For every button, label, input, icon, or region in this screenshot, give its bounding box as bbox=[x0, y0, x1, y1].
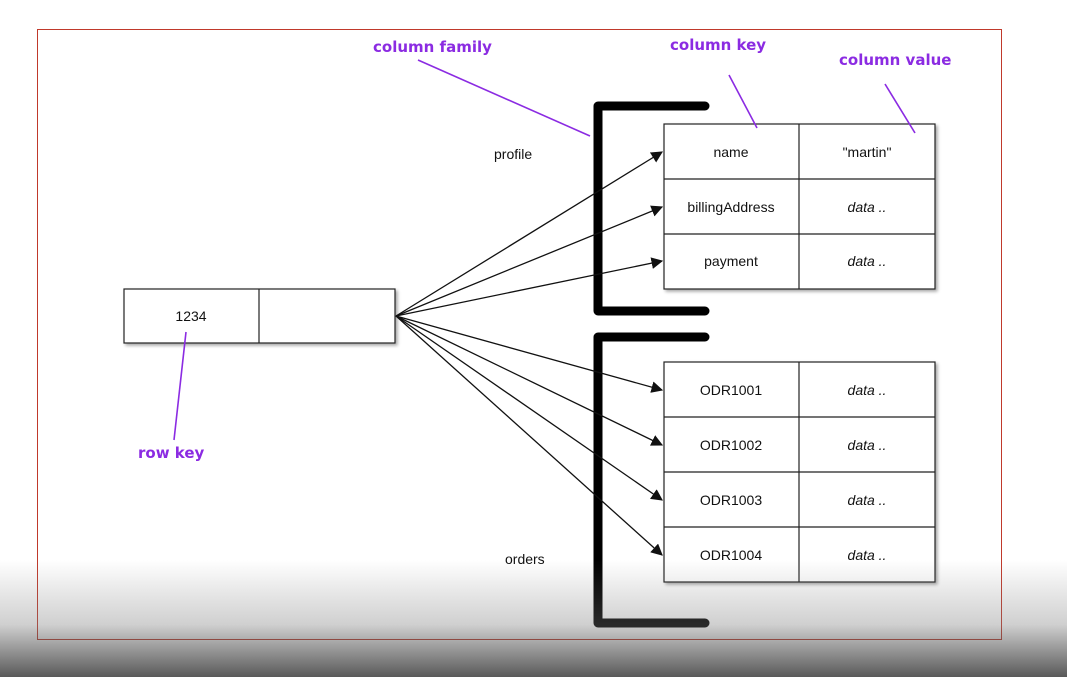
column-key-cell: ODR1001 bbox=[700, 382, 762, 398]
column-key-annotation: column key bbox=[670, 36, 766, 54]
family-label-profile: profile bbox=[494, 146, 532, 162]
column-family-pointer bbox=[417, 59, 591, 137]
column-key-pointer bbox=[728, 74, 758, 129]
orders-columns-table: ODR1001 data .. ODR1002 data .. ODR1003 … bbox=[663, 361, 936, 583]
column-key-cell: payment bbox=[704, 253, 758, 269]
arrow-to-odr1004 bbox=[395, 315, 663, 556]
row-key-annotation: row key bbox=[138, 444, 205, 462]
row-key-pointer bbox=[173, 331, 187, 441]
column-family-annotation: column family bbox=[373, 38, 492, 56]
row-box: 1234 bbox=[123, 288, 396, 344]
column-value-cell: data .. bbox=[848, 437, 887, 453]
row-key-cell: 1234 bbox=[175, 308, 206, 324]
column-key-cell: name bbox=[713, 144, 748, 160]
column-family-diagram: 1234 profile orders name "martin" billin… bbox=[123, 36, 951, 628]
column-key-cell: billingAddress bbox=[687, 199, 774, 215]
family-label-orders: orders bbox=[505, 551, 545, 567]
arrow-to-odr1003 bbox=[395, 315, 663, 501]
column-key-cell: ODR1003 bbox=[700, 492, 762, 508]
arrow-to-name bbox=[395, 151, 663, 317]
arrow-to-odr1001 bbox=[395, 315, 664, 393]
column-value-cell: data .. bbox=[848, 547, 887, 563]
profile-columns-table: name "martin" billingAddress data .. pay… bbox=[663, 123, 936, 290]
column-value-cell: data .. bbox=[848, 253, 887, 269]
column-key-cell: ODR1002 bbox=[700, 437, 762, 453]
column-value-cell: data .. bbox=[848, 199, 887, 215]
column-value-cell: data .. bbox=[848, 382, 887, 398]
column-value-cell: data .. bbox=[848, 492, 887, 508]
column-value-cell: "martin" bbox=[843, 144, 892, 160]
column-value-annotation: column value bbox=[839, 51, 951, 69]
column-key-cell: ODR1004 bbox=[700, 547, 762, 563]
arrow-to-billingaddress bbox=[395, 205, 664, 317]
